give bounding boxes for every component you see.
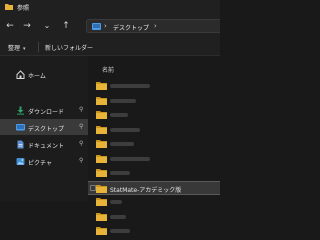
pin-icon: ⚲ [79,106,84,113]
address-segment-desktop[interactable]: デスクトップ [113,23,149,32]
folder-icon [96,111,107,119]
home-icon [16,70,25,79]
redacted-file-name [110,98,136,103]
pin-icon: ⚲ [79,157,84,164]
file-row[interactable] [88,137,220,151]
window-title: 参照 [17,5,30,12]
address-separator: › [104,22,107,30]
chevron-down-icon: ▾ [23,46,26,52]
forward-button[interactable]: → [22,21,32,31]
picture-icon [16,158,25,165]
sidebar-item-label: ピクチャ [28,160,52,167]
folder-icon [96,227,107,235]
file-name: StatMate-アカデミック版 [110,186,182,194]
redacted-file-name [110,113,128,117]
sidebar-item-downloads[interactable]: ダウンロード ⚲ [0,102,88,118]
redacted-file-name [110,229,130,233]
file-row[interactable] [88,94,220,108]
navigation-bar: ← → ⌄ ↑ › デスクトップ › [0,14,220,38]
desktop-icon [16,124,25,131]
download-icon [17,106,24,115]
folder-icon [96,154,107,163]
redacted-file-name [110,200,122,204]
desktop-icon [92,23,101,30]
sidebar-item-label: ドキュメント [28,143,65,150]
folder-icon [96,125,107,134]
file-row[interactable] [88,210,220,224]
redacted-file-name [110,142,134,146]
file-row[interactable] [88,79,220,93]
organize-label: 整理 [8,45,21,52]
pin-icon: ⚲ [79,140,84,147]
title-bar: 参照 [0,0,220,14]
redacted-file-name [110,84,150,88]
redacted-file-name [110,171,130,175]
sidebar-item-label: ホーム [28,73,46,80]
up-button[interactable]: ↑ [61,21,71,31]
address-bar[interactable]: › デスクトップ › [86,19,220,33]
file-row[interactable] [88,224,220,238]
file-row[interactable] [88,108,220,122]
sidebar-item-pictures[interactable]: ピクチャ ⚲ [0,153,88,169]
sidebar-item-documents[interactable]: ドキュメント ⚲ [0,136,88,152]
redacted-file-name [110,156,150,161]
address-separator: › [154,22,157,30]
navigation-pane: ホーム ダウンロード ⚲ デスクトップ ⚲ ドキュメント ⚲ ピクチャ ⚲ [0,56,88,201]
folder-icon [96,212,107,221]
column-header-name[interactable]: 名前 [102,65,114,74]
folder-app-icon [5,4,13,10]
sidebar-item-home[interactable]: ホーム [0,66,88,82]
folder-icon [96,198,107,206]
sidebar-item-label: ダウンロード [28,109,65,116]
folder-icon [96,140,107,148]
file-row[interactable]: StatMate-アカデミック版 [88,180,220,195]
folder-icon [96,96,107,105]
pin-icon: ⚲ [79,123,84,130]
folder-icon [96,169,107,177]
file-row[interactable] [88,166,220,180]
folder-icon [96,82,107,90]
file-row[interactable] [88,152,220,166]
file-row[interactable] [88,123,220,137]
back-button[interactable]: ← [5,21,15,31]
new-folder-button[interactable]: 新しいフォルダー [45,43,93,52]
sidebar-item-label: デスクトップ [28,126,65,133]
organize-button[interactable]: 整理 ▾ [8,43,26,52]
redacted-file-name [110,127,140,132]
command-bar: 整理 ▾ 新しいフォルダー [0,38,220,56]
recent-locations-button[interactable]: ⌄ [42,21,52,31]
document-icon [17,140,24,149]
command-divider [38,42,39,52]
folder-icon [96,184,107,193]
redacted-file-name [110,214,126,219]
file-list: 名前 StatMate-アカデミック版 [88,56,220,235]
file-row[interactable] [88,195,220,209]
sidebar-item-desktop[interactable]: デスクトップ ⚲ [0,119,88,135]
